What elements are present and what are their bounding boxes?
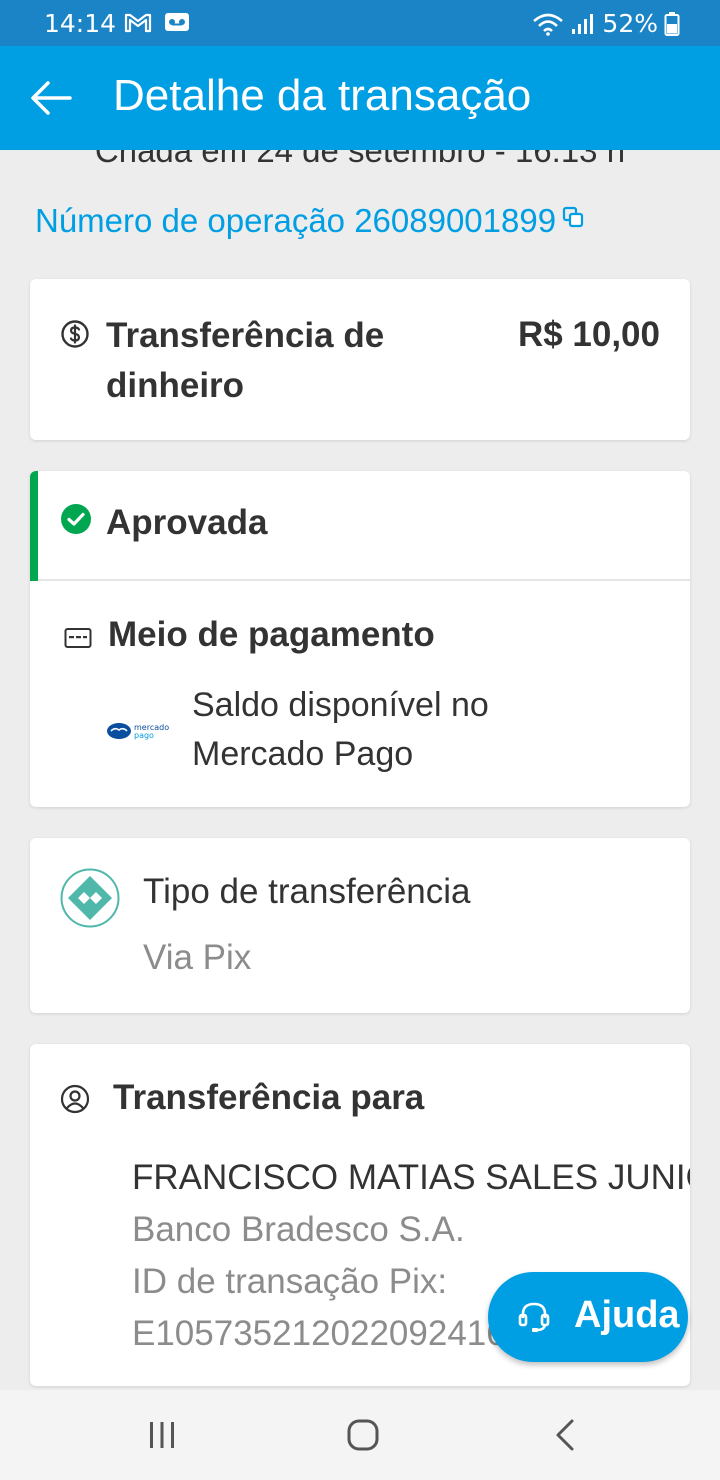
back-button[interactable]	[26, 76, 76, 120]
transaction-content[interactable]: Criada em 24 de setembro - 16:13 h Númer…	[0, 150, 720, 1390]
credit-card-icon	[64, 628, 92, 648]
system-nav-bar	[0, 1390, 720, 1480]
signal-icon	[572, 13, 594, 34]
status-accent-bar	[30, 471, 38, 581]
status-label: Aprovada	[106, 503, 268, 542]
logo-text-pago: pago	[134, 731, 154, 740]
recipient-name: FRANCISCO MATIAS SALES JUNIOR	[132, 1158, 690, 1197]
payment-method-title: Meio de pagamento	[108, 615, 435, 654]
user-circle-icon	[60, 1084, 90, 1114]
system-indicators: 52%	[532, 9, 680, 38]
recipient-title: Transferência para	[113, 1078, 425, 1117]
gmail-icon	[124, 13, 152, 33]
arrow-left-icon	[31, 81, 72, 115]
page-title: Detalhe da transação	[113, 71, 532, 120]
transfer-type-value: Via Pix	[143, 938, 252, 977]
payment-method-text: Saldo disponível no Mercado Pago	[192, 686, 489, 773]
status-row: Aprovada	[30, 471, 690, 581]
summary-card: Transferência de dinheiro R$ 10,00	[30, 279, 690, 440]
voicemail-icon	[165, 13, 189, 31]
headset-icon	[518, 1302, 550, 1332]
help-label: Ajuda	[574, 1294, 680, 1336]
recent-apps-button[interactable]	[142, 1415, 182, 1455]
back-chevron-icon	[556, 1419, 574, 1451]
pix-icon	[60, 868, 120, 928]
check-circle-icon	[61, 504, 91, 534]
recipient-bank: Banco Bradesco S.A.	[132, 1210, 465, 1249]
operation-number: Número de operação 26089001899	[35, 202, 557, 239]
status-time: 14:14	[44, 9, 117, 38]
mercado-pago-logo: mercado pago	[107, 723, 169, 740]
transaction-type-title: Transferência de dinheiro	[106, 316, 385, 405]
status-bar: 14:14 52%	[0, 0, 720, 46]
operation-number-link[interactable]: Número de operação 26089001899	[35, 202, 584, 240]
wifi-icon	[533, 13, 564, 36]
transfer-type-card: Tipo de transferência Via Pix	[30, 838, 690, 1013]
transfer-type-title: Tipo de transferência	[143, 872, 471, 911]
help-button[interactable]: Ajuda	[488, 1272, 688, 1362]
back-nav-button[interactable]	[546, 1415, 586, 1455]
home-button[interactable]	[343, 1415, 383, 1455]
dollar-circle-icon	[61, 320, 89, 348]
battery-percent: 52%	[602, 9, 658, 38]
copy-icon[interactable]	[562, 206, 584, 228]
created-date: Criada em 24 de setembro - 16:13 h	[94, 150, 626, 169]
transaction-amount: R$ 10,00	[517, 315, 660, 354]
pix-id-label: ID de transação Pix:	[132, 1262, 448, 1301]
home-icon	[347, 1419, 379, 1451]
battery-icon	[664, 11, 680, 36]
status-card: Aprovada Meio de pagamento mercado pago …	[30, 471, 690, 807]
recent-apps-icon	[150, 1422, 174, 1448]
notification-icons	[124, 11, 190, 33]
app-bar: Detalhe da transação	[0, 46, 720, 150]
